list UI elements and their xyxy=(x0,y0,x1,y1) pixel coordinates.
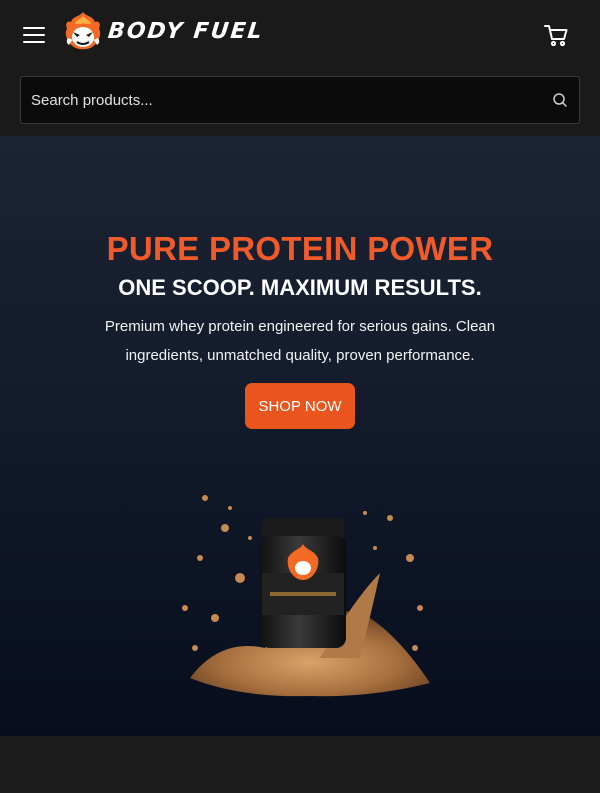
next-section xyxy=(0,736,600,793)
menu-line xyxy=(23,41,45,43)
search-bar xyxy=(20,76,580,124)
site-header: BODY FUEL xyxy=(0,0,600,136)
shop-now-button[interactable]: SHOP NOW xyxy=(245,383,355,429)
shopping-cart-icon[interactable] xyxy=(543,22,569,48)
search-input[interactable] xyxy=(21,77,541,123)
menu-line xyxy=(23,27,45,29)
hamburger-menu-icon[interactable] xyxy=(22,24,46,46)
menu-line xyxy=(23,34,45,36)
brand-name: BODY FUEL xyxy=(106,18,265,44)
hero-subtitle: ONE SCOOP. MAXIMUM RESULTS. xyxy=(118,275,482,300)
brand-logo[interactable]: BODY FUEL xyxy=(64,10,265,52)
hero-title: PURE PROTEIN POWER xyxy=(106,230,494,267)
search-icon[interactable] xyxy=(552,92,568,108)
protein-tub-image xyxy=(182,495,430,697)
hero-banner: PURE PROTEIN POWER ONE SCOOP. MAXIMUM RE… xyxy=(0,136,600,736)
hero-description: Premium whey protein engineered for seri… xyxy=(104,318,496,364)
flame-mascot-logo-icon xyxy=(65,12,101,50)
